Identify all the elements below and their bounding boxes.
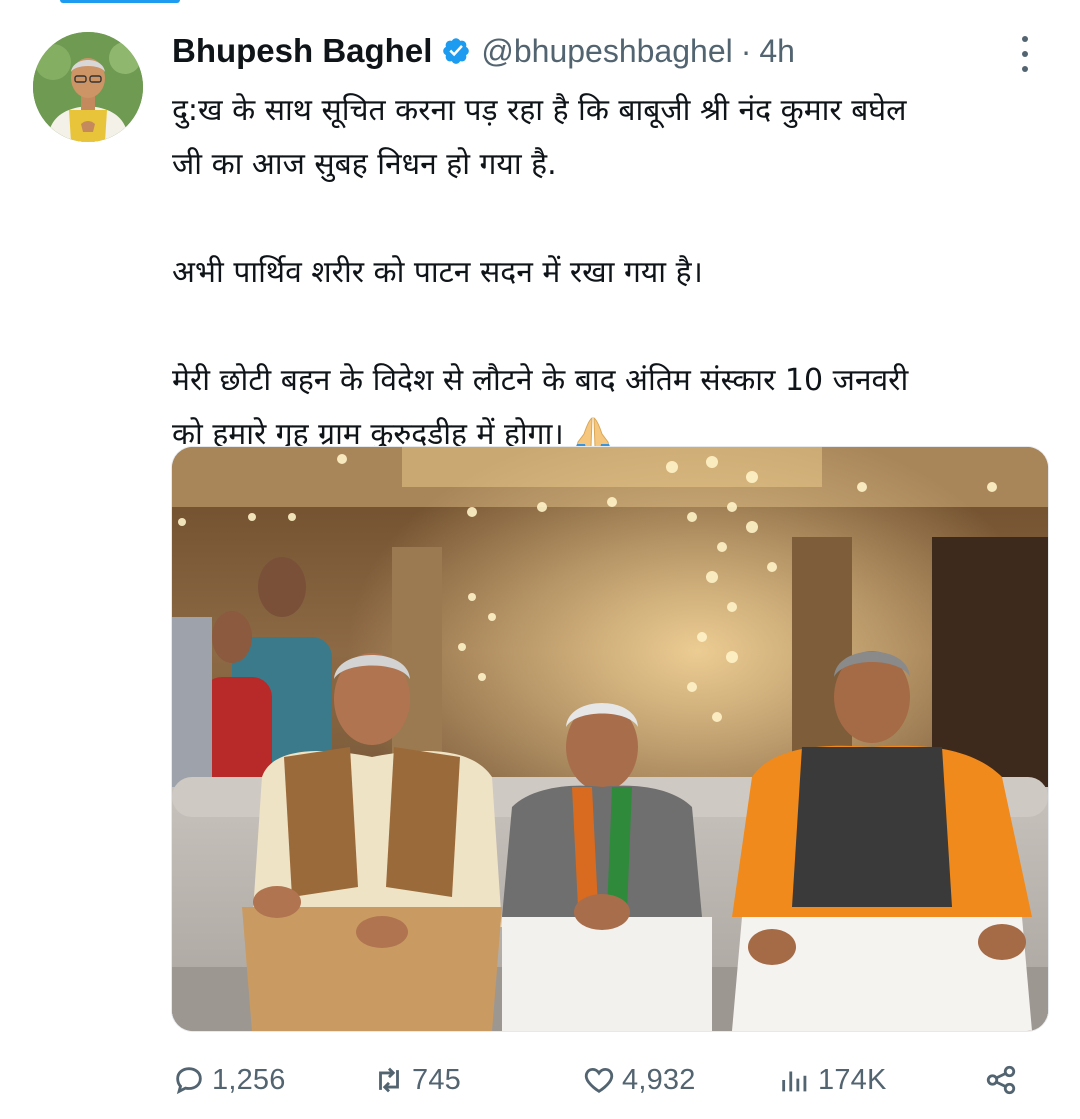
share-icon [986,1065,1016,1095]
retweet-button[interactable]: 745 [372,1052,461,1108]
tweet-line: दु:ख के साथ सूचित करना पड़ रहा है कि बाब… [172,93,907,128]
views-count: 174K [818,1063,887,1096]
author-name[interactable]: Bhupesh Baghel [172,32,432,70]
folded-hands-emoji [574,417,611,449]
tweet-line: अभी पार्थिव शरीर को पाटन सदन में रखा गया… [172,255,703,290]
retweet-count: 745 [412,1063,461,1096]
tweet-text: दु:ख के साथ सूचित करना पड़ रहा है कि बाब… [172,84,1052,462]
views-button[interactable]: 174K [778,1052,887,1108]
retweet-icon [379,1067,399,1093]
reply-button[interactable]: 1,256 [172,1052,286,1108]
tweet-line: मेरी छोटी बहन के विदेश से लौटने के बाद अ… [172,363,909,398]
verified-badge-icon [443,38,470,64]
views-icon [782,1071,807,1092]
tweet-line: जी का आज सुबह निधन हो गया है. [172,147,557,182]
more-icon[interactable] [1010,36,1040,72]
tweet-header: Bhupesh Baghel @bhupeshbaghel · 4h [172,28,795,74]
reply-count: 1,256 [212,1063,286,1096]
like-icon [584,1067,614,1093]
author-handle[interactable]: @bhupeshbaghel [481,33,732,70]
avatar[interactable] [33,32,143,142]
reply-icon [176,1067,202,1095]
timestamp[interactable]: 4h [759,33,795,70]
share-button[interactable] [984,1052,1024,1108]
separator-dot: · [740,32,752,69]
like-count: 4,932 [622,1063,696,1096]
active-tab-indicator [60,0,180,3]
like-button[interactable]: 4,932 [582,1052,696,1108]
tweet-actions: 1,256 745 4,932 174K [172,1052,1040,1108]
tweet-photo[interactable] [171,446,1049,1032]
